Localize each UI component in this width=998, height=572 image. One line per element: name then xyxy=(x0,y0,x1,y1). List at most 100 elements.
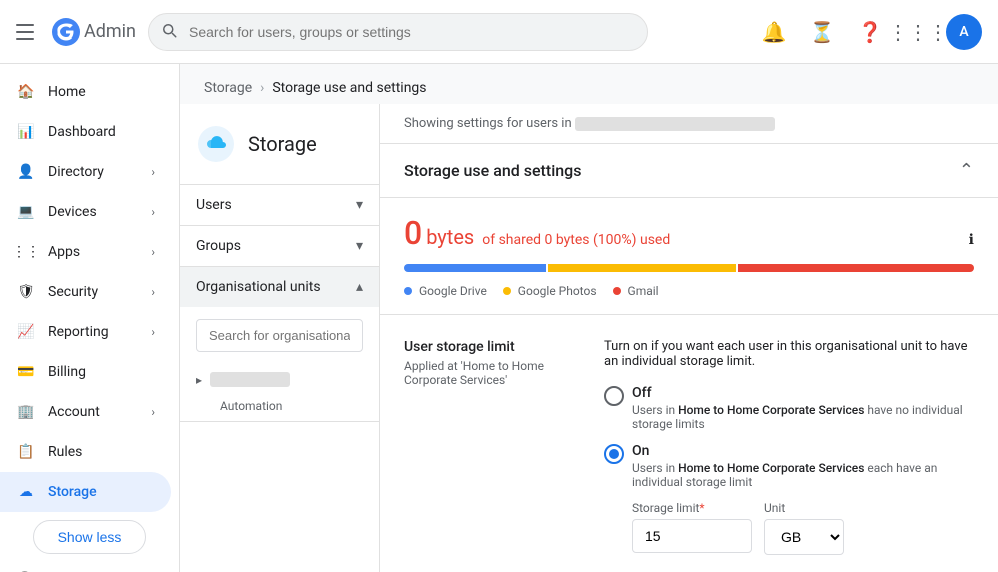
users-section: Users ▾ xyxy=(180,185,379,226)
chevron-right-icon: › xyxy=(151,325,155,339)
storage-unit-select[interactable]: MB GB TB xyxy=(764,519,844,555)
org-unit-arrow-icon: ▸ xyxy=(196,373,202,387)
storage-limit-desc: Turn on if you want each user in this or… xyxy=(604,339,974,369)
devices-icon: 💻 xyxy=(16,202,36,222)
radio-off-button[interactable] xyxy=(604,386,624,406)
menu-icon[interactable] xyxy=(16,20,40,44)
radio-off-option[interactable]: Off Users in Home to Home Corporate Serv… xyxy=(604,385,974,431)
search-input[interactable] xyxy=(148,13,648,51)
gmail-legend: Gmail xyxy=(613,284,659,298)
rules-icon: 📋 xyxy=(16,442,36,462)
billing-icon: 💳 xyxy=(16,362,36,382)
org-units-chevron-up-icon: ▴ xyxy=(356,279,363,295)
chevron-right-icon: › xyxy=(151,205,155,219)
sidebar-item-apps[interactable]: ⋮⋮ Apps › xyxy=(0,232,171,272)
users-chevron-down-icon: ▾ xyxy=(356,197,363,213)
sidebar-item-reporting[interactable]: 📈 Reporting › xyxy=(0,312,171,352)
photos-legend: Google Photos xyxy=(503,284,597,298)
storage-usage: 0 bytes of shared 0 bytes (100%) used ℹ xyxy=(380,198,998,314)
show-less-button[interactable]: Show less xyxy=(33,520,147,554)
avatar[interactable]: A xyxy=(946,14,982,50)
sidebar-item-storage[interactable]: ☁ Storage xyxy=(0,472,171,512)
sidebar-item-label: Storage xyxy=(48,484,97,500)
showing-prefix: Showing settings for users in xyxy=(404,116,572,131)
help-icon[interactable]: ❓ xyxy=(850,12,890,52)
breadcrumb-parent[interactable]: Storage xyxy=(204,80,252,96)
sidebar-item-dashboard[interactable]: 📊 Dashboard xyxy=(0,112,171,152)
storage-bytes-row: 0 bytes of shared 0 bytes (100%) used ℹ xyxy=(404,214,974,252)
org-units-section-header[interactable]: Organisational units ▴ xyxy=(180,267,379,307)
sidebar-item-billing[interactable]: 💳 Billing xyxy=(0,352,171,392)
storage-cloud-icon xyxy=(196,124,236,164)
topbar-actions: 🔔 ⏳ ❓ ⋮⋮⋮ A xyxy=(754,12,982,52)
users-label: Users xyxy=(196,197,232,213)
required-asterisk: * xyxy=(699,501,704,515)
left-panel-title: Storage xyxy=(248,132,317,156)
drive-legend: Google Drive xyxy=(404,284,487,298)
org-unit-item[interactable]: ▸ xyxy=(180,364,379,395)
info-icon[interactable]: ℹ xyxy=(969,232,974,248)
home-icon: 🏠 xyxy=(16,82,36,102)
apps-grid-icon[interactable]: ⋮⋮⋮ xyxy=(898,12,938,52)
collapse-icon[interactable]: ⌃ xyxy=(959,160,974,181)
sidebar-item-directory[interactable]: 👤 Directory › xyxy=(0,152,171,192)
storage-icon: ☁ xyxy=(16,482,36,502)
directory-icon: 👤 xyxy=(16,162,36,182)
drive-bar xyxy=(404,264,546,272)
gmail-legend-label: Gmail xyxy=(628,284,659,298)
sidebar-item-account[interactable]: 🏢 Account › xyxy=(0,392,171,432)
sidebar-item-label: Dashboard xyxy=(48,124,116,140)
breadcrumb-current: Storage use and settings xyxy=(272,80,426,96)
storage-limit-input[interactable] xyxy=(632,519,752,553)
account-icon: 🏢 xyxy=(16,402,36,422)
sidebar-item-home[interactable]: 🏠 Home xyxy=(0,72,171,112)
breadcrumb-separator: › xyxy=(260,80,264,96)
apps-icon: ⋮⋮ xyxy=(16,242,36,262)
content-area: Storage › Storage use and settings Stora… xyxy=(180,64,998,572)
org-units-section: Organisational units ▴ ▸ Automation xyxy=(180,267,379,422)
storage-value: 0 xyxy=(404,214,422,252)
sidebar-item-rules[interactable]: 📋 Rules xyxy=(0,432,171,472)
send-feedback-button[interactable]: 💬 Send feedback xyxy=(0,562,179,572)
radio-on-desc: Users in Home to Home Corporate Services… xyxy=(632,461,974,489)
sidebar-item-devices[interactable]: 💻 Devices › xyxy=(0,192,171,232)
chevron-right-icon: › xyxy=(151,405,155,419)
groups-section: Groups ▾ xyxy=(180,226,379,267)
storage-input-row: Storage limit* Unit MB xyxy=(632,501,974,555)
storage-unit: bytes xyxy=(426,225,474,249)
storage-settings-header: Storage use and settings ⌃ xyxy=(380,144,998,198)
storage-detail: of shared 0 bytes (100%) used xyxy=(482,232,670,248)
groups-section-header[interactable]: Groups ▾ xyxy=(180,226,379,266)
sidebar-item-label: Apps xyxy=(48,244,80,260)
notification-icon[interactable]: 🔔 xyxy=(754,12,794,52)
search-icon xyxy=(160,21,178,43)
dashboard-icon: 📊 xyxy=(16,122,36,142)
gmail-bar xyxy=(738,264,974,272)
security-icon: 🛡 xyxy=(16,282,36,302)
groups-label: Groups xyxy=(196,238,241,254)
gmail-legend-dot xyxy=(613,287,621,295)
storage-limit-input-group: Storage limit* xyxy=(632,501,752,555)
admin-label: Admin xyxy=(84,21,136,42)
left-panel: Storage Users ▾ Groups ▾ Org xyxy=(180,104,380,572)
support-icon[interactable]: ⏳ xyxy=(802,12,842,52)
storage-unit-label: Unit xyxy=(764,501,844,515)
radio-on-button[interactable] xyxy=(604,444,624,464)
groups-chevron-down-icon: ▾ xyxy=(356,238,363,254)
storage-limit-left: User storage limit Applied at 'Home to H… xyxy=(404,339,564,567)
users-section-header[interactable]: Users ▾ xyxy=(180,185,379,225)
radio-on-option[interactable]: On Users in Home to Home Corporate Servi… xyxy=(604,443,974,555)
user-storage-section: User storage limit Applied at 'Home to H… xyxy=(380,315,998,572)
storage-limit-applied: Applied at 'Home to Home Corporate Servi… xyxy=(404,359,564,387)
org-unit-automation[interactable]: Automation xyxy=(180,395,379,421)
reporting-icon: 📈 xyxy=(16,322,36,342)
google-logo-icon xyxy=(52,18,80,46)
org-search-input[interactable] xyxy=(196,319,363,352)
breadcrumb: Storage › Storage use and settings xyxy=(180,64,998,104)
drive-legend-dot xyxy=(404,287,412,295)
showing-label: Showing settings for users in xyxy=(380,104,998,144)
sidebar-item-security[interactable]: 🛡 Security › xyxy=(0,272,171,312)
org-units-search[interactable] xyxy=(180,307,379,364)
search-bar[interactable] xyxy=(148,13,648,51)
sidebar-item-label: Billing xyxy=(48,364,86,380)
